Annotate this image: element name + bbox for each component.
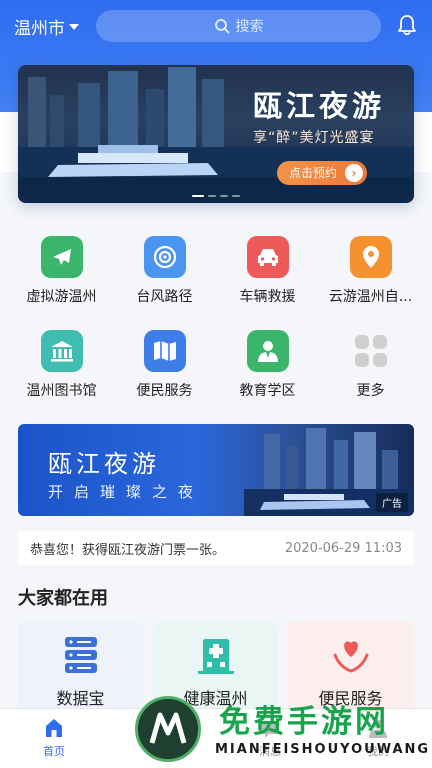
ad-subtitle: 开启璀璨之夜 (48, 483, 205, 501)
city-label: 温州市 (14, 19, 65, 39)
section-title: 大家都在用 (18, 588, 108, 609)
service-more[interactable]: 更多 (319, 330, 422, 424)
book-now-button[interactable]: 点击预约 › (277, 161, 368, 185)
service-label: 温州图书馆 (26, 383, 97, 399)
ad-banner[interactable]: 瓯江夜游 开启璀璨之夜 广告 (18, 424, 414, 516)
airplane-icon (40, 236, 83, 278)
service-label: 虚拟游温州 (26, 289, 97, 305)
service-education[interactable]: 教育学区 (216, 330, 319, 424)
teacher-icon (246, 330, 289, 372)
tab-label: 首页 (43, 745, 65, 758)
service-virtual-tour[interactable]: 虚拟游温州 (10, 236, 113, 330)
notice-date: 2020-06-29 11:03 (284, 540, 402, 556)
banner-title: 瓯江夜游 (253, 89, 386, 123)
bell-icon[interactable] (397, 14, 417, 40)
service-cloud-tour[interactable]: 云游温州自... (319, 236, 422, 330)
watermark: 免费手游网 MIANFEISHOUYOUWANG (135, 694, 432, 768)
typhoon-icon (143, 236, 186, 278)
database-icon (64, 637, 97, 673)
heart-hands-icon (333, 641, 368, 673)
service-label: 台风路径 (136, 289, 193, 305)
service-label: 教育学区 (239, 383, 296, 399)
service-vehicle-rescue[interactable]: 车辆救援 (216, 236, 319, 330)
carousel-dot (208, 195, 216, 197)
card-label: 数据宝 (56, 689, 105, 708)
tab-home[interactable]: 首页 (0, 709, 108, 768)
watermark-logo (135, 696, 201, 762)
notice-message: 恭喜您！获得瓯江夜游门票一张。 (30, 542, 226, 558)
watermark-english: MIANFEISHOUYOUWANG (215, 742, 431, 757)
map-icon (143, 330, 186, 372)
carousel-dot (220, 195, 228, 197)
book-now-label: 点击预约 (289, 166, 338, 180)
service-label: 云游温州自... (328, 289, 413, 305)
ad-tag: 广告 (376, 493, 408, 512)
home-icon (46, 719, 62, 737)
location-pin-icon (349, 236, 392, 278)
promo-banner[interactable]: 瓯江夜游 享“醉”美灯光盛宴 点击预约 › (18, 65, 414, 203)
search-placeholder: 搜索 (235, 19, 264, 35)
service-label: 更多 (356, 383, 385, 399)
carousel-dot (192, 195, 204, 197)
library-icon (40, 330, 83, 372)
chevron-right-icon: › (345, 164, 364, 182)
service-convenience[interactable]: 便民服务 (113, 330, 216, 424)
service-label: 车辆救援 (239, 289, 296, 305)
notice-bar[interactable]: 恭喜您！获得瓯江夜游门票一张。 2020-06-29 11:03 (18, 531, 414, 565)
car-icon (246, 236, 289, 278)
service-typhoon-path[interactable]: 台风路径 (113, 236, 216, 330)
carousel-indicator (18, 195, 414, 197)
hospital-icon (197, 639, 234, 674)
search-icon (214, 19, 229, 34)
caret-down-icon (69, 23, 79, 30)
service-label: 便民服务 (136, 383, 193, 399)
services-grid: 虚拟游温州 台风路径 车辆救援 云游温州自... 温州图书馆 便民服务 教育学区… (10, 236, 422, 424)
watermark-text: 免费手游网 (219, 704, 389, 740)
card-data-treasure[interactable]: 数据宝 (18, 621, 143, 721)
service-library[interactable]: 温州图书馆 (10, 330, 113, 424)
more-grid-icon (350, 330, 392, 372)
ad-title: 瓯江夜游 (48, 450, 160, 478)
city-selector[interactable]: 温州市 (14, 14, 79, 39)
banner-subtitle: 享“醉”美灯光盛宴 (253, 130, 375, 146)
carousel-dot (232, 195, 240, 197)
search-bar[interactable]: 搜索 (96, 10, 381, 42)
